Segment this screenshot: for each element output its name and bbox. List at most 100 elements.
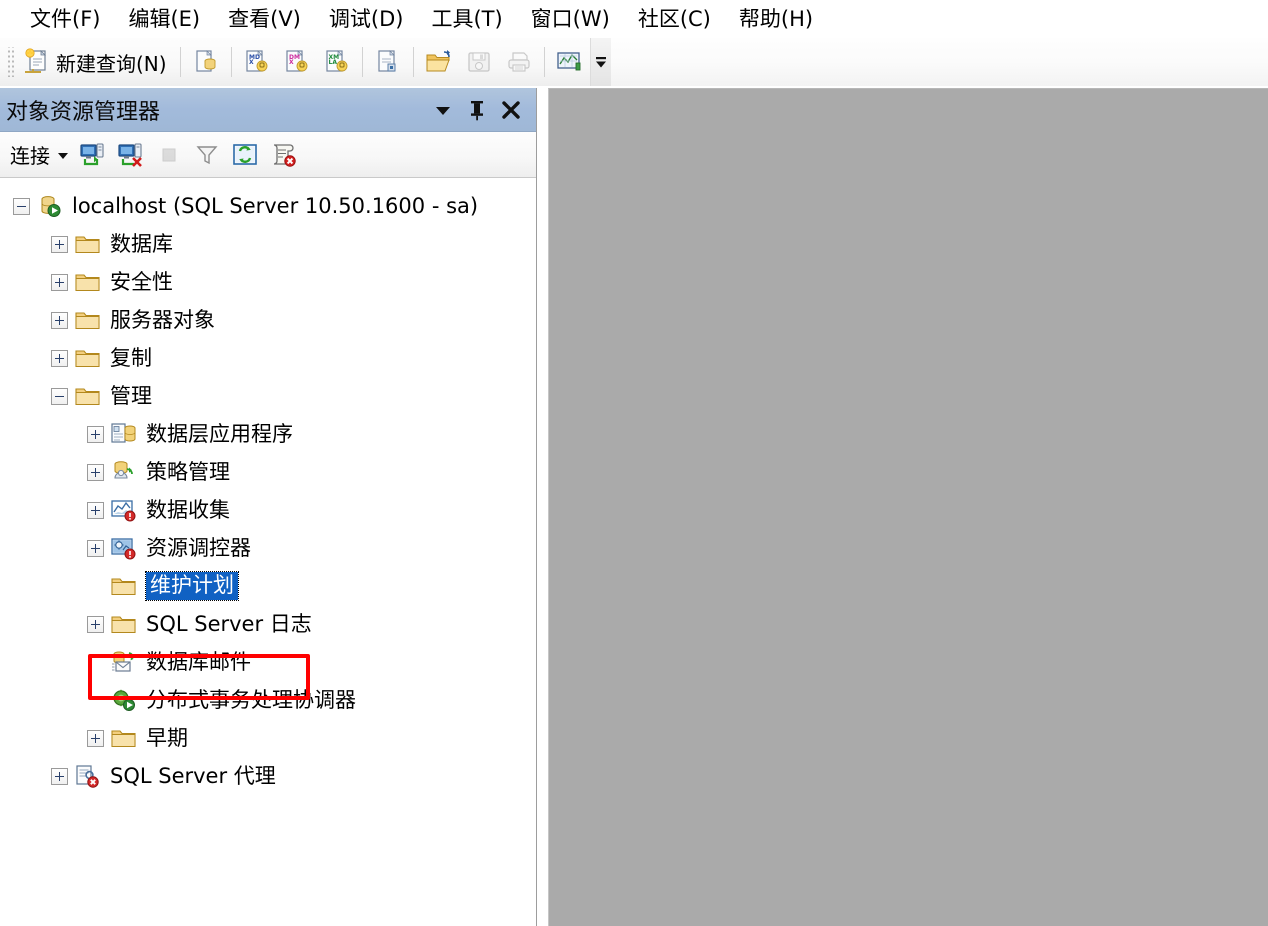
tree-node-label: 维护计划 xyxy=(145,571,239,601)
server-connect-icon xyxy=(78,141,108,169)
toolbar-separator xyxy=(230,47,232,77)
activity-monitor-icon xyxy=(555,48,585,76)
menu-community[interactable]: 社区(C) xyxy=(624,1,725,35)
close-panel-button[interactable] xyxy=(494,93,528,127)
tree-node-policy-management[interactable]: 策略管理 xyxy=(0,453,536,491)
tree-node-sql-server-agent[interactable]: SQL Server 代理 xyxy=(0,757,536,795)
tree-expander-expand[interactable] xyxy=(48,765,70,787)
object-explorer-tree[interactable]: localhost (SQL Server 10.50.1600 - sa) 数… xyxy=(0,179,536,926)
tree-expander-collapse[interactable] xyxy=(48,385,70,407)
tree-expander-expand[interactable] xyxy=(84,613,106,635)
activity-monitor-button[interactable] xyxy=(550,42,590,82)
object-explorer-panel: 对象资源管理器 连接 localhost (SQL Server 10.50.1… xyxy=(0,88,537,926)
object-explorer-toolbar: 连接 xyxy=(0,132,536,178)
resource-governor-icon xyxy=(109,535,139,561)
tree-node-label: 数据库 xyxy=(110,231,173,256)
tree-node-sql-server-logs[interactable]: SQL Server 日志 xyxy=(0,605,536,643)
tree-node-server-objects[interactable]: 服务器对象 xyxy=(0,301,536,339)
pin-icon xyxy=(467,98,487,122)
object-explorer-title-bar: 对象资源管理器 xyxy=(0,88,536,132)
toolbar-grip[interactable] xyxy=(6,47,14,77)
svg-text:X: X xyxy=(289,59,294,66)
analysis-services-xmla-query-button[interactable]: XM LA xyxy=(317,42,357,82)
refresh-button[interactable] xyxy=(226,137,264,173)
print-button[interactable] xyxy=(499,42,539,82)
panel-splitter[interactable] xyxy=(538,88,548,926)
folder-icon xyxy=(109,573,139,599)
dmx-query-icon: DM X xyxy=(283,48,311,76)
tree-expander-expand[interactable] xyxy=(48,347,70,369)
toolbar-separator xyxy=(543,47,545,77)
tree-expander-collapse[interactable] xyxy=(10,195,32,217)
tree-node-label: 资源调控器 xyxy=(146,535,251,560)
analysis-services-dmx-query-button[interactable]: DM X xyxy=(277,42,317,82)
toolbar-overflow-button[interactable] xyxy=(589,38,611,86)
auto-hide-pin-button[interactable] xyxy=(460,93,494,127)
tree-node-label: localhost (SQL Server 10.50.1600 - sa) xyxy=(72,193,479,218)
menu-help[interactable]: 帮助(H) xyxy=(725,1,827,35)
stop-button[interactable] xyxy=(150,137,188,173)
toolbar-separator xyxy=(179,47,181,77)
connect-object-explorer-button[interactable] xyxy=(74,137,112,173)
menu-tools[interactable]: 工具(T) xyxy=(417,1,516,35)
tree-node-label: 策略管理 xyxy=(146,459,230,484)
menu-debug[interactable]: 调试(D) xyxy=(315,1,418,35)
tree-expander-expand[interactable] xyxy=(84,537,106,559)
analysis-services-mdx-query-button[interactable]: MD X xyxy=(237,42,277,82)
tree-node-data-collection[interactable]: 数据收集 xyxy=(0,491,536,529)
folder-icon xyxy=(73,345,103,371)
tree-node-label: 安全性 xyxy=(110,269,173,294)
tree-expander-expand[interactable] xyxy=(84,727,106,749)
tree-node-label: 复制 xyxy=(110,345,152,370)
database-engine-query-button[interactable] xyxy=(186,42,226,82)
tree-expander-expand[interactable] xyxy=(84,499,106,521)
tree-node-legacy[interactable]: 早期 xyxy=(0,719,536,757)
tree-node-label: 服务器对象 xyxy=(110,307,215,332)
stop-square-icon xyxy=(157,143,181,167)
tree-expander-expand[interactable] xyxy=(48,271,70,293)
tree-node-server[interactable]: localhost (SQL Server 10.50.1600 - sa) xyxy=(0,187,536,225)
menu-window[interactable]: 窗口(W) xyxy=(517,1,624,35)
filter-button[interactable] xyxy=(188,137,226,173)
refresh-icon xyxy=(231,142,259,168)
new-query-label: 新建查询(N) xyxy=(56,51,167,76)
compact-query-icon xyxy=(374,48,402,76)
tree-node-security[interactable]: 安全性 xyxy=(0,263,536,301)
tree-node-label: 早期 xyxy=(146,725,188,750)
menu-edit[interactable]: 编辑(E) xyxy=(114,1,214,35)
tree-node-distributed-transaction-coordinator[interactable]: 分布式事务处理协调器 xyxy=(0,681,536,719)
menu-bar: 文件(F) 编辑(E) 查看(V) 调试(D) 工具(T) 窗口(W) 社区(C… xyxy=(0,0,1268,36)
mdx-query-icon: MD X xyxy=(243,48,271,76)
tree-node-database-mail[interactable]: 数据库邮件 xyxy=(0,643,536,681)
close-icon xyxy=(500,99,522,121)
tree-node-maintenance-plans[interactable]: 维护计划 xyxy=(0,567,536,605)
folder-icon xyxy=(73,231,103,257)
disconnect-object-explorer-button[interactable] xyxy=(112,137,150,173)
new-query-button[interactable]: 新建查询(N) xyxy=(17,42,175,82)
connect-label: 连接 xyxy=(10,144,50,168)
tree-node-replication[interactable]: 复制 xyxy=(0,339,536,377)
tree-node-databases[interactable]: 数据库 xyxy=(0,225,536,263)
tree-node-resource-governor[interactable]: 资源调控器 xyxy=(0,529,536,567)
save-button[interactable] xyxy=(459,42,499,82)
svg-text:X: X xyxy=(249,59,254,66)
printer-icon xyxy=(505,48,533,76)
tree-expander-none xyxy=(84,575,106,597)
tree-node-management[interactable]: 管理 xyxy=(0,377,536,415)
folder-icon xyxy=(73,269,103,295)
tree-node-label: 分布式事务处理协调器 xyxy=(146,687,356,712)
standard-toolbar: 新建查询(N) MD X DM X XM LA xyxy=(0,38,1268,86)
connect-dropdown-button[interactable]: 连接 xyxy=(8,138,74,171)
sql-server-compact-query-button[interactable] xyxy=(368,42,408,82)
tree-node-data-tier-applications[interactable]: 数据层应用程序 xyxy=(0,415,536,453)
open-file-button[interactable] xyxy=(419,42,459,82)
tree-expander-expand[interactable] xyxy=(48,233,70,255)
tree-expander-expand[interactable] xyxy=(84,461,106,483)
tree-expander-expand[interactable] xyxy=(84,423,106,445)
menu-file[interactable]: 文件(F) xyxy=(16,1,114,35)
tree-node-label: 管理 xyxy=(110,383,152,408)
tree-expander-expand[interactable] xyxy=(48,309,70,331)
window-position-dropdown-button[interactable] xyxy=(426,93,460,127)
menu-view[interactable]: 查看(V) xyxy=(214,1,315,35)
cancel-report-button[interactable] xyxy=(264,137,302,173)
